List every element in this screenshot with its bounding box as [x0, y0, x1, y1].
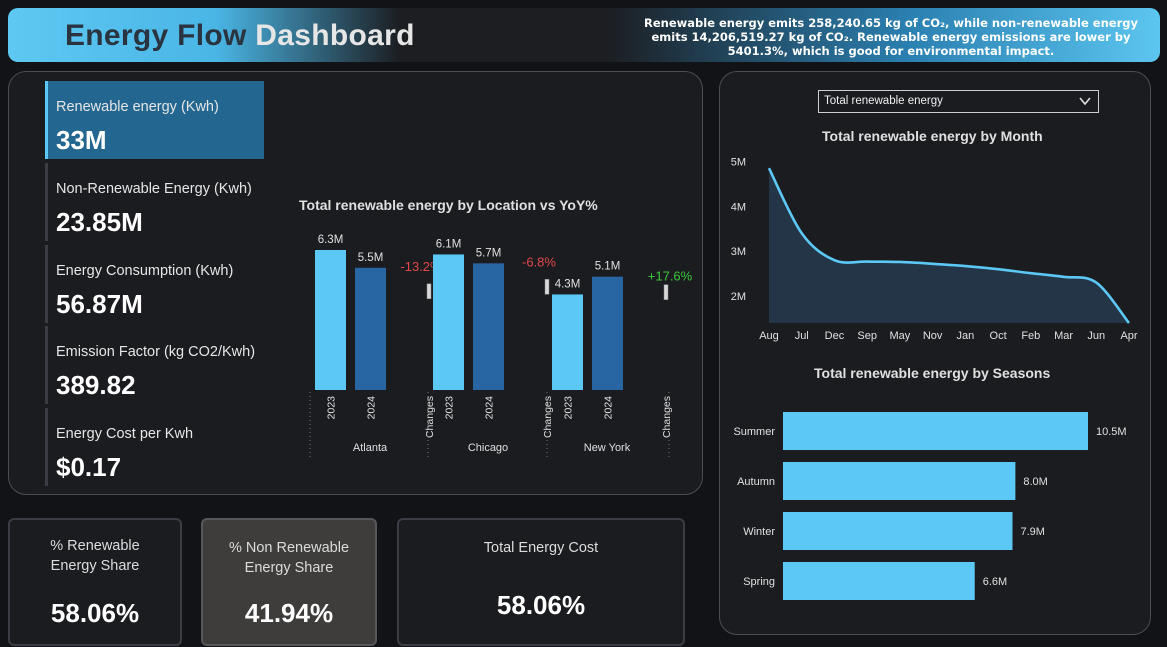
x-tick-label: Changes: [424, 396, 436, 438]
chevron-down-icon: [1079, 97, 1091, 106]
card-value: 58.06%: [50, 598, 140, 628]
kpi-label: Energy Consumption (Kwh): [56, 263, 234, 279]
x-tick-label: Changes: [661, 396, 673, 438]
data-label: 7.9M: [1020, 526, 1044, 538]
change-marker: [663, 284, 669, 300]
title-part1: Energy Flow: [65, 19, 256, 52]
card-renewable-share: % Renewable Energy Share 58.06%: [8, 518, 182, 646]
month-chart-title: Total renewable energy by Month: [822, 128, 1043, 144]
dropdown-selected: Total renewable energy: [824, 95, 943, 107]
x-tick-label: Changes: [542, 396, 554, 438]
bar-2024-chicago: [473, 263, 504, 390]
card-label: % Non Renewable Energy Share: [228, 540, 350, 576]
kpi-label: Energy Cost per Kwh: [56, 426, 194, 442]
emission-note: Renewable energy emits 258,240.65 kg of …: [644, 16, 1138, 58]
bar-2023-chicago: [433, 254, 464, 390]
kpi-label: Renewable energy (Kwh): [56, 99, 219, 115]
month-area-chart: 2M 3M 4M 5M Aug Jul Dec Sep May Nov Jan Oct Feb Mar Ju…: [731, 156, 1138, 342]
x-tick-label: Jan: [956, 330, 974, 342]
y-tick-label: 5M: [731, 156, 746, 168]
data-label: 4.3M: [555, 278, 581, 290]
y-tick-label: 4M: [731, 201, 746, 213]
group-label: Chicago: [468, 442, 508, 454]
x-tick-label: 2024: [603, 396, 615, 420]
kpi-value: $0.17: [56, 452, 122, 482]
kpi-label: Emission Factor (kg CO2/Kwh): [56, 344, 256, 360]
x-tick-label: Oct: [990, 330, 1007, 342]
kpi-emission-factor[interactable]: Emission Factor (kg CO2/Kwh) 389.82: [45, 326, 264, 404]
location-chart-title: Total renewable energy by Location vs Yo…: [299, 197, 598, 213]
bar-winter: [783, 512, 1013, 550]
data-label: 6.3M: [318, 234, 344, 246]
kpi-value: 56.87M: [56, 289, 143, 319]
change-label: -6.8%: [522, 254, 556, 269]
data-label: 10.5M: [1096, 426, 1127, 438]
kpi-renewable[interactable]: Renewable energy (Kwh) 33M: [45, 81, 264, 159]
bar-autumn: [783, 462, 1016, 500]
bar-summer: [783, 412, 1088, 450]
card-label: Total Energy Cost: [483, 540, 599, 556]
group-label: New York: [584, 442, 631, 454]
title-part2: Dashboard: [255, 19, 415, 52]
x-tick-label: May: [890, 330, 911, 342]
card-value: 41.94%: [244, 598, 334, 628]
x-tick-label: Jul: [795, 330, 809, 342]
kpi-value: 23.85M: [56, 207, 143, 237]
change-marker: [426, 283, 432, 300]
kpi-label: Non-Renewable Energy (Kwh): [56, 181, 252, 197]
area-fill: [769, 168, 1129, 323]
bar-2023-new-york: [552, 294, 583, 390]
bar-2024-new-york: [592, 276, 623, 390]
x-tick-label: Mar: [1054, 330, 1073, 342]
change-marker: [544, 279, 550, 295]
x-tick-label: 2023: [444, 396, 456, 420]
season-bar-chart: Summer 10.5M Autumn 8.0M Winter 7.9M Spring 6.6…: [733, 412, 1127, 600]
kpi-consumption[interactable]: Energy Consumption (Kwh) 56.87M: [45, 245, 264, 323]
x-tick-label: 2023: [563, 396, 575, 420]
change-label: +17.6%: [648, 269, 693, 284]
x-tick-label: Nov: [923, 330, 943, 342]
card-non-renewable-share: % Non Renewable Energy Share 41.94%: [201, 518, 377, 646]
group-label: Atlanta: [353, 442, 388, 454]
data-label: 8.0M: [1023, 476, 1047, 488]
y-tick-label: 3M: [731, 246, 746, 258]
data-label: 5.5M: [358, 252, 384, 264]
location-yoy-chart: 6.3M5.5M-13.2%2023 2024 ChangesAtlanta6.1M…: [309, 234, 693, 460]
x-tick-label: Feb: [1021, 330, 1040, 342]
y-tick-label: 2M: [731, 291, 746, 303]
card-total-energy-cost: Total Energy Cost 58.06%: [397, 518, 685, 646]
y-tick-label: Spring: [743, 576, 775, 588]
bar-spring: [783, 562, 975, 600]
x-tick-label: Sep: [857, 330, 877, 342]
card-label: % Renewable Energy Share: [50, 538, 140, 574]
energy-type-dropdown[interactable]: Total renewable energy: [818, 90, 1099, 113]
page-title: Energy Flow Dashboard: [65, 19, 415, 53]
x-tick-label: Dec: [825, 330, 845, 342]
x-tick-label: 2024: [484, 396, 496, 420]
kpi-value: 33M: [56, 125, 107, 155]
y-tick-label: Winter: [743, 526, 775, 538]
kpi-value: 389.82: [56, 370, 136, 400]
season-chart-title: Total renewable energy by Seasons: [814, 365, 1051, 381]
x-tick-label: Apr: [1120, 330, 1137, 342]
card-value: 58.06%: [496, 590, 586, 620]
bar-2023-atlanta: [315, 250, 346, 390]
data-label: 5.7M: [476, 247, 502, 259]
data-label: 5.1M: [595, 261, 621, 273]
x-tick-label: 2024: [366, 396, 378, 420]
data-label: 6.1M: [436, 238, 462, 250]
data-label: 6.6M: [983, 576, 1007, 588]
kpi-cost-per-kwh[interactable]: Energy Cost per Kwh $0.17: [45, 408, 264, 486]
y-tick-label: Summer: [733, 426, 775, 438]
x-tick-label: Aug: [759, 330, 779, 342]
kpi-non-renewable[interactable]: Non-Renewable Energy (Kwh) 23.85M: [45, 163, 264, 241]
x-tick-label: Jun: [1087, 330, 1105, 342]
y-tick-label: Autumn: [737, 476, 775, 488]
header-banner: Energy Flow Dashboard Renewable energy e…: [8, 8, 1160, 62]
bar-2024-atlanta: [355, 267, 386, 390]
x-tick-label: 2023: [326, 396, 338, 420]
